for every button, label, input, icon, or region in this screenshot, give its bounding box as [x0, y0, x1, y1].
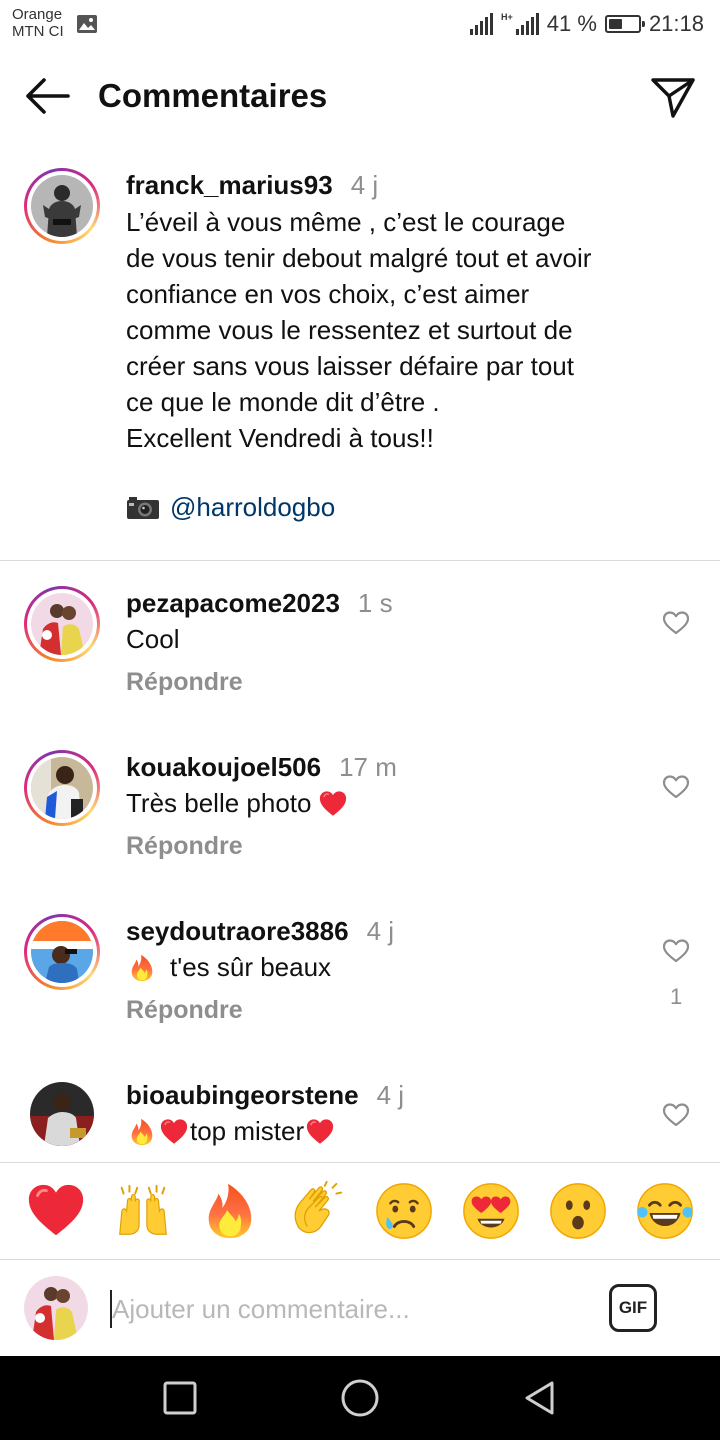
avatar[interactable] — [30, 1082, 94, 1146]
nav-recent-apps-icon[interactable] — [162, 1380, 198, 1416]
comment-username[interactable]: kouakoujoel506 17 m — [126, 752, 397, 783]
caption-username[interactable]: franck_marius93 4 j — [126, 170, 378, 201]
status-icons: H+ 41 % 21:18 — [470, 10, 704, 38]
comment-text: Très belle photo — [126, 788, 349, 819]
system-navigation-bar — [0, 1356, 720, 1440]
tears-of-joy-emoji-icon[interactable] — [634, 1180, 696, 1242]
caption-text: L’éveil à vous même , c’est le courage d… — [126, 207, 592, 453]
comment-text: Cool — [126, 624, 180, 654]
page-title: Commentaires — [98, 77, 328, 114]
signal-hplus-icon: H+ — [501, 13, 539, 35]
comment-time: 4 j — [366, 916, 395, 946]
fire-emoji-icon[interactable] — [199, 1180, 261, 1242]
arrow-left-icon[interactable] — [22, 76, 72, 116]
post-caption: franck_marius93 4 j L’éveil à vous même ,… — [0, 168, 720, 560]
like-heart-icon[interactable] — [662, 938, 690, 964]
gif-button[interactable]: GIF — [609, 1284, 657, 1332]
reply-button[interactable]: Répondre — [126, 996, 243, 1025]
quick-reaction-bar — [0, 1162, 720, 1260]
avatar-photo — [24, 1276, 88, 1340]
comment-item: kouakoujoel506 17 m Très belle photo Répo… — [0, 750, 720, 914]
caption-time: 4 j — [350, 170, 379, 200]
clapping-hands-emoji-icon[interactable] — [286, 1180, 348, 1242]
divider — [0, 560, 720, 561]
comment-username[interactable]: seydoutraore3886 4 j — [126, 916, 394, 947]
gallery-notification-icon — [77, 15, 97, 33]
heart-emoji-icon — [317, 789, 349, 819]
surprised-face-emoji-icon[interactable] — [547, 1180, 609, 1242]
camera-emoji-icon — [127, 496, 159, 519]
comment-username[interactable]: pezapacome2023 1 s — [126, 588, 393, 619]
current-user-avatar — [24, 1276, 88, 1340]
app-header: Commentaires — [0, 60, 720, 132]
avatar-photo — [31, 757, 93, 819]
like-heart-icon[interactable] — [662, 1102, 690, 1128]
battery-percent: 41 % — [546, 11, 597, 36]
comment-composer: GIF — [0, 1260, 720, 1356]
crying-face-emoji-icon[interactable] — [373, 1180, 435, 1242]
comment-username[interactable]: bioaubingeorstene 4 j — [126, 1080, 404, 1111]
mention-link[interactable]: @harroldogbo — [170, 492, 335, 523]
carrier-label: Orange MTN CI — [12, 6, 64, 40]
heart-emoji-icon — [158, 1117, 190, 1147]
comment-item: pezapacome2023 1 s Cool Répondre — [0, 586, 720, 750]
comment-item: bioaubingeorstene 4 j top mister — [0, 1078, 720, 1162]
paper-plane-icon[interactable] — [650, 74, 696, 120]
like-heart-icon[interactable] — [662, 774, 690, 800]
fire-emoji-icon — [126, 953, 158, 983]
avatar[interactable] — [24, 168, 100, 244]
nav-home-icon[interactable] — [340, 1378, 380, 1418]
comment-input[interactable] — [112, 1288, 582, 1330]
avatar-photo — [31, 593, 93, 655]
fire-emoji-icon — [126, 1117, 158, 1147]
like-heart-icon[interactable] — [662, 610, 690, 636]
comment-text: top mister — [126, 1116, 336, 1147]
reply-button[interactable]: Répondre — [126, 832, 243, 861]
raising-hands-emoji-icon[interactable] — [112, 1180, 174, 1242]
comment-time: 4 j — [376, 1080, 405, 1110]
battery-icon — [604, 15, 645, 33]
comment-item: seydoutraore3886 4 j t'es sûr beaux Répon… — [0, 914, 720, 1078]
photo-credit: @harroldogbo — [126, 492, 335, 523]
reply-button[interactable]: Répondre — [126, 668, 243, 697]
nav-back-icon[interactable] — [522, 1380, 558, 1416]
avatar-photo — [31, 175, 93, 237]
comment-time: 1 s — [357, 588, 393, 618]
avatar-photo — [30, 1082, 94, 1146]
avatar[interactable] — [24, 750, 100, 826]
heart-emoji-icon — [304, 1117, 336, 1147]
avatar[interactable] — [24, 914, 100, 990]
heart-eyes-emoji-icon[interactable] — [460, 1180, 522, 1242]
status-bar: Orange MTN CI H+ 41 % 21:18 — [0, 0, 720, 50]
comment-text: t'es sûr beaux — [126, 952, 331, 983]
comment-time: 17 m — [339, 752, 397, 782]
like-count: 1 — [670, 984, 683, 1009]
avatar[interactable] — [24, 586, 100, 662]
avatar-photo — [31, 921, 93, 983]
clock: 21:18 — [648, 11, 704, 36]
signal-icon — [470, 13, 494, 35]
heart-emoji-icon[interactable] — [25, 1180, 87, 1242]
